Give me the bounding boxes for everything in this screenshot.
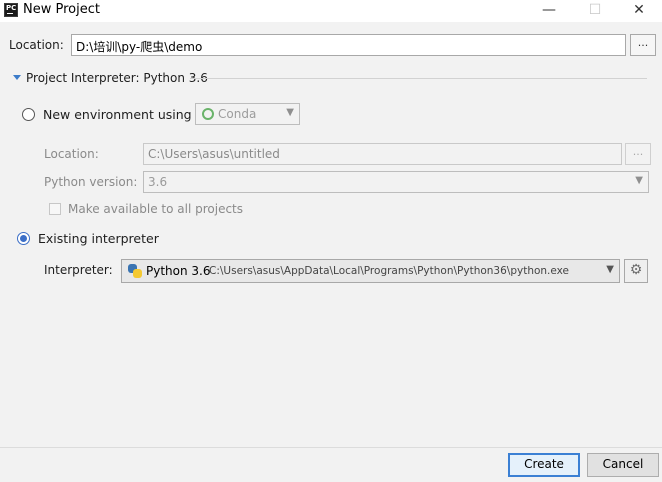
new-environment-label: New environment using [43, 107, 192, 122]
python-version-value: 3.6 [148, 175, 168, 189]
window-title: New Project [23, 2, 100, 17]
chevron-down-icon: ▼ [286, 107, 294, 118]
python-version-label: Python version: [44, 175, 138, 189]
python-icon [128, 264, 142, 278]
close-button[interactable]: ✕ [616, 0, 662, 22]
chevron-down-icon: ▼ [606, 264, 614, 275]
minimize-button[interactable]: — [526, 0, 572, 22]
maximize-button[interactable]: ☐ [572, 0, 618, 22]
existing-interpreter-radio[interactable] [17, 232, 30, 245]
python-version-select[interactable]: 3.6 ▼ [143, 171, 649, 193]
create-button[interactable]: Create [508, 453, 580, 477]
section-divider [190, 78, 647, 79]
interpreter-select[interactable]: Python 3.6 C:\Users\asus\AppData\Local\P… [121, 259, 620, 283]
chevron-down-icon: ▼ [635, 175, 643, 186]
venv-location-input[interactable]: C:\Users\asus\untitled [143, 143, 622, 165]
venv-location-browse-button[interactable]: ... [625, 143, 651, 165]
interpreter-settings-button[interactable]: ⚙ [624, 259, 648, 283]
gear-icon: ⚙ [629, 262, 643, 278]
venv-location-label: Location: [44, 147, 99, 161]
interpreter-section-title: Project Interpreter: Python 3.6 [26, 71, 208, 85]
conda-icon [202, 108, 214, 120]
footer-divider [0, 447, 662, 448]
location-label-text: Location: [9, 38, 64, 52]
title-bar: PC New Project — ☐ ✕ [0, 0, 662, 22]
new-environment-radio[interactable] [22, 108, 35, 121]
interpreter-section-toggle[interactable]: Project Interpreter: Python 3.6 [13, 71, 208, 85]
make-available-checkbox[interactable] [49, 203, 61, 215]
environment-tool-select[interactable]: Conda ▼ [195, 103, 300, 125]
location-label: Location: [9, 38, 64, 52]
interpreter-label: Interpreter: [44, 263, 113, 277]
location-input[interactable]: D:\培训\py-爬虫\demo [71, 34, 626, 56]
environment-tool-value: Conda [218, 107, 257, 121]
existing-interpreter-label: Existing interpreter [38, 231, 159, 246]
cancel-button[interactable]: Cancel [587, 453, 659, 477]
location-browse-button[interactable]: ... [630, 34, 656, 56]
pycharm-icon: PC [4, 3, 18, 17]
triangle-down-icon [13, 75, 21, 80]
interpreter-name: Python 3.6 [146, 264, 211, 278]
interpreter-path: C:\Users\asus\AppData\Local\Programs\Pyt… [209, 265, 570, 277]
make-available-label: Make available to all projects [68, 202, 244, 216]
